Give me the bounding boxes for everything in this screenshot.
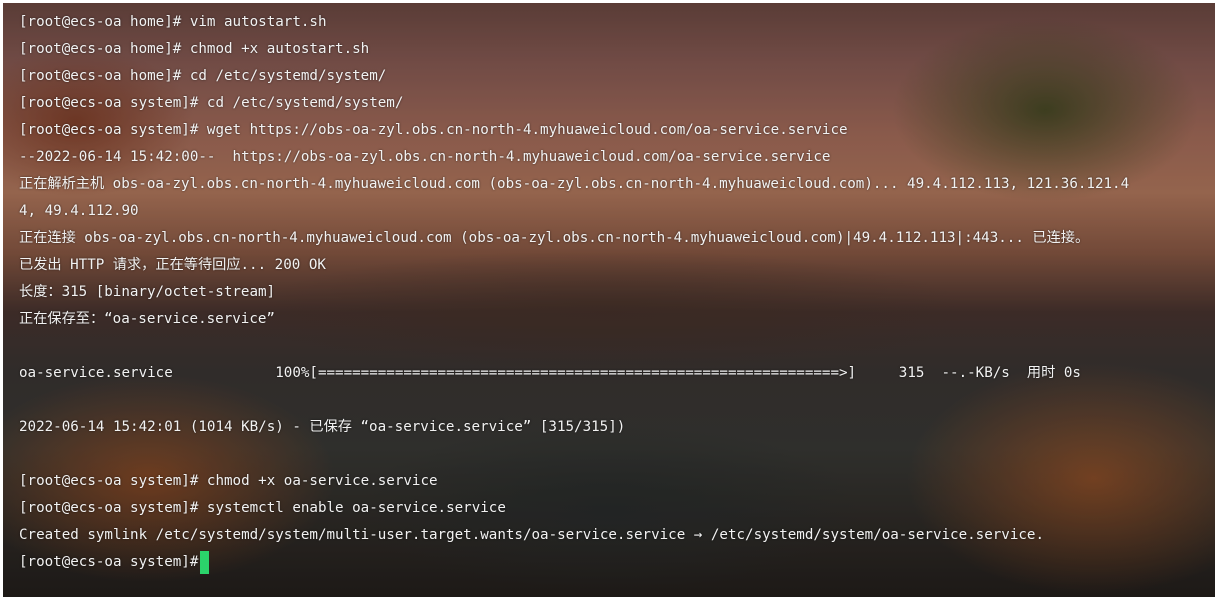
terminal-line: [root@ecs-oa home]# vim autostart.sh — [19, 14, 327, 30]
terminal-line: --2022-06-14 15:42:00-- https://obs-oa-z… — [19, 149, 831, 165]
shell-prompt: [root@ecs-oa system]# — [19, 554, 199, 570]
terminal-line: 已发出 HTTP 请求，正在等待回应... 200 OK — [19, 257, 326, 273]
terminal-line: [root@ecs-oa system]# chmod +x oa-servic… — [19, 473, 438, 489]
terminal-window[interactable]: [root@ecs-oa home]# vim autostart.sh [ro… — [3, 3, 1215, 597]
terminal-line: 2022-06-14 15:42:01 (1014 KB/s) - 已保存 “o… — [19, 419, 626, 435]
terminal-line: [root@ecs-oa system]# systemctl enable o… — [19, 500, 506, 516]
terminal-line: [root@ecs-oa home]# chmod +x autostart.s… — [19, 41, 370, 57]
terminal-line: 4, 49.4.112.90 — [19, 203, 139, 219]
terminal-cursor — [200, 550, 210, 574]
terminal-line: [root@ecs-oa system]# cd /etc/systemd/sy… — [19, 95, 404, 111]
terminal-line: Created symlink /etc/systemd/system/mult… — [19, 527, 1044, 543]
progress-line: oa-service.service 100%[================… — [19, 365, 1081, 381]
terminal-line: 长度：315 [binary/octet-stream] — [19, 284, 276, 300]
terminal-line: 正在解析主机 obs-oa-zyl.obs.cn-north-4.myhuawe… — [19, 176, 1130, 192]
terminal-line: 正在保存至：“oa-service.service” — [19, 311, 275, 327]
terminal-output: [root@ecs-oa home]# vim autostart.sh [ro… — [3, 3, 1215, 576]
prompt-line[interactable]: [root@ecs-oa system]# — [19, 549, 1215, 576]
terminal-line: [root@ecs-oa home]# cd /etc/systemd/syst… — [19, 68, 387, 84]
terminal-line: [root@ecs-oa system]# wget https://obs-o… — [19, 122, 848, 138]
terminal-line: 正在连接 obs-oa-zyl.obs.cn-north-4.myhuaweic… — [19, 230, 1090, 246]
